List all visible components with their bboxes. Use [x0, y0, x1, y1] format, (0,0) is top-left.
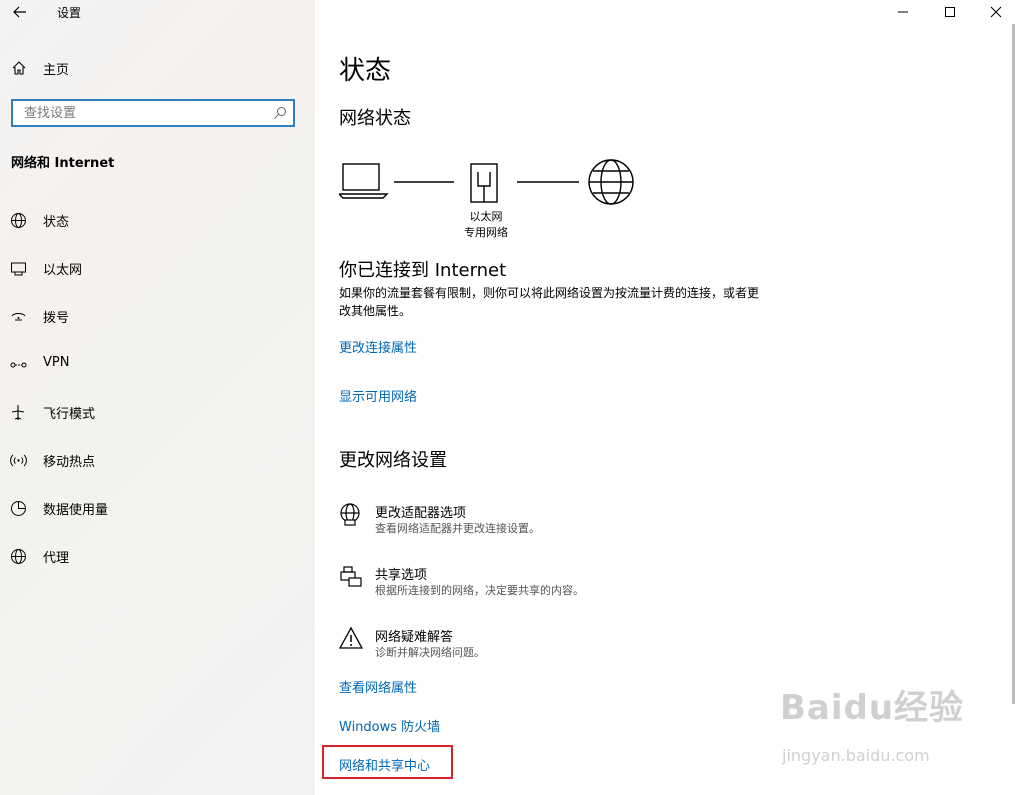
ethernet-icon — [11, 262, 26, 276]
scrollbar[interactable] — [1012, 24, 1015, 704]
sidebar-item-label: 数据使用量 — [43, 503, 109, 518]
setting-troubleshooter[interactable]: 网络疑难解答 诊断并解决网络问题。 — [339, 626, 739, 666]
hotspot-icon — [10, 454, 27, 467]
watermark-brand: Baidu经验 — [780, 688, 965, 728]
change-settings-heading: 更改网络设置 — [339, 450, 447, 471]
setting-description: 诊断并解决网络问题。 — [375, 646, 485, 659]
sidebar: 设置 主页 网络和 Internet 状态 以太网 拨号 VPN 飞行模式 移动… — [0, 0, 315, 795]
laptop-icon — [339, 163, 389, 199]
setting-title: 共享选项 — [375, 568, 428, 583]
sidebar-item-data-usage[interactable]: 数据使用量 — [0, 488, 315, 528]
sharing-printer-icon — [340, 566, 362, 587]
internet-globe-icon — [588, 159, 634, 205]
adapter-globe-icon — [340, 503, 360, 526]
change-connection-properties-link[interactable]: 更改连接属性 — [339, 337, 417, 356]
sidebar-item-label: 移动热点 — [43, 455, 96, 470]
dialup-icon — [11, 312, 26, 321]
watermark-url: jingyan.baidu.com — [782, 746, 930, 765]
sidebar-item-dialup[interactable]: 拨号 — [0, 296, 315, 336]
sidebar-item-label: 以太网 — [43, 263, 83, 278]
data-usage-icon — [11, 501, 26, 516]
setting-description: 根据所连接到的网络，决定要共享的内容。 — [375, 584, 584, 597]
search-box[interactable] — [11, 99, 295, 127]
proxy-globe-icon — [11, 549, 26, 564]
ethernet-port-icon — [470, 163, 498, 203]
sidebar-item-label: 飞行模式 — [43, 407, 96, 422]
search-icon[interactable] — [273, 106, 287, 120]
search-input[interactable] — [13, 101, 264, 125]
home-icon — [12, 61, 26, 75]
sidebar-item-status[interactable]: 状态 — [0, 200, 315, 240]
setting-sharing-options[interactable]: 共享选项 根据所连接到的网络，决定要共享的内容。 — [339, 564, 739, 604]
back-button[interactable] — [8, 0, 32, 24]
sidebar-item-label: 状态 — [43, 215, 70, 230]
sidebar-section-title: 网络和 Internet — [11, 156, 115, 171]
maximize-button[interactable] — [927, 0, 973, 24]
sidebar-item-hotspot[interactable]: 移动热点 — [0, 440, 315, 480]
vpn-icon — [10, 362, 27, 368]
windows-firewall-link[interactable]: Windows 防火墙 — [339, 716, 440, 735]
setting-adapter-options[interactable]: 更改适配器选项 查看网络适配器并更改连接设置。 — [339, 502, 739, 542]
warning-icon — [339, 626, 363, 649]
sidebar-item-label: 拨号 — [43, 311, 70, 326]
setting-title: 更改适配器选项 — [375, 506, 467, 521]
network-status-heading: 网络状态 — [339, 108, 411, 129]
connected-heading: 你已连接到 Internet — [339, 260, 507, 281]
close-icon — [990, 6, 1002, 18]
sidebar-item-airplane[interactable]: 飞行模式 — [0, 392, 315, 432]
sidebar-item-proxy[interactable]: 代理 — [0, 536, 315, 576]
minimize-icon — [898, 11, 908, 13]
highlight-box — [322, 745, 453, 779]
back-arrow-icon — [13, 6, 26, 18]
connected-description: 如果你的流量套餐有限制，则你可以将此网络设置为按流量计费的连接，或者更改其他属性… — [339, 286, 760, 318]
close-button[interactable] — [973, 0, 1019, 24]
sidebar-item-label: VPN — [43, 355, 70, 370]
minimize-button[interactable] — [880, 0, 926, 24]
app-title: 设置 — [57, 6, 82, 20]
setting-description: 查看网络适配器并更改连接设置。 — [375, 522, 540, 535]
view-network-properties-link[interactable]: 查看网络属性 — [339, 677, 417, 696]
airplane-icon — [11, 405, 25, 420]
sidebar-item-ethernet[interactable]: 以太网 — [0, 248, 315, 288]
maximize-icon — [945, 7, 955, 17]
sidebar-item-label: 主页 — [43, 63, 70, 78]
watermark: Baidu经验 jingyan.baidu.com — [780, 680, 965, 770]
globe-icon — [11, 213, 26, 228]
setting-title: 网络疑难解答 — [375, 630, 454, 645]
sidebar-item-home[interactable]: 主页 — [0, 52, 315, 84]
sidebar-item-label: 代理 — [43, 551, 70, 566]
network-type: 专用网络 — [464, 226, 508, 239]
page-title: 状态 — [339, 56, 392, 86]
show-available-networks-link[interactable]: 显示可用网络 — [339, 386, 417, 405]
adapter-name: 以太网 — [469, 210, 503, 223]
sidebar-item-vpn[interactable]: VPN — [0, 344, 315, 384]
